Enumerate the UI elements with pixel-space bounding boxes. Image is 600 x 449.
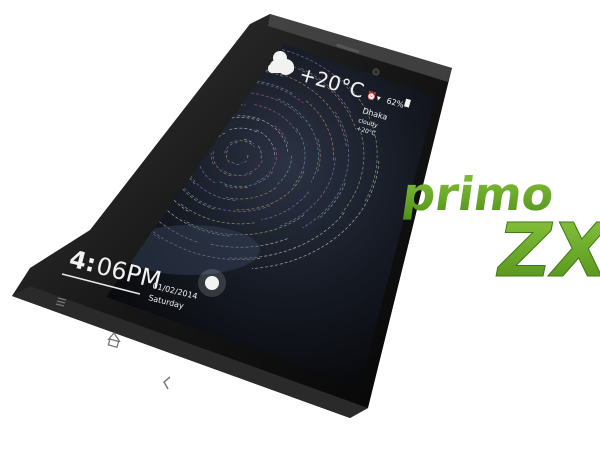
phone: +20°C ⏰ ▾ 62% Dhaka cloudy +20°C 4: 06PM… (12, 14, 452, 418)
product-logo: primo ZX (399, 167, 600, 294)
front-camera (372, 68, 380, 76)
back-icon[interactable] (163, 376, 171, 390)
star-trail (108, 109, 122, 165)
home-icon[interactable] (107, 331, 121, 349)
logo-line2: ZX (496, 208, 600, 294)
product-image: +20°C ⏰ ▾ 62% Dhaka cloudy +20°C 4: 06PM… (12, 14, 600, 418)
